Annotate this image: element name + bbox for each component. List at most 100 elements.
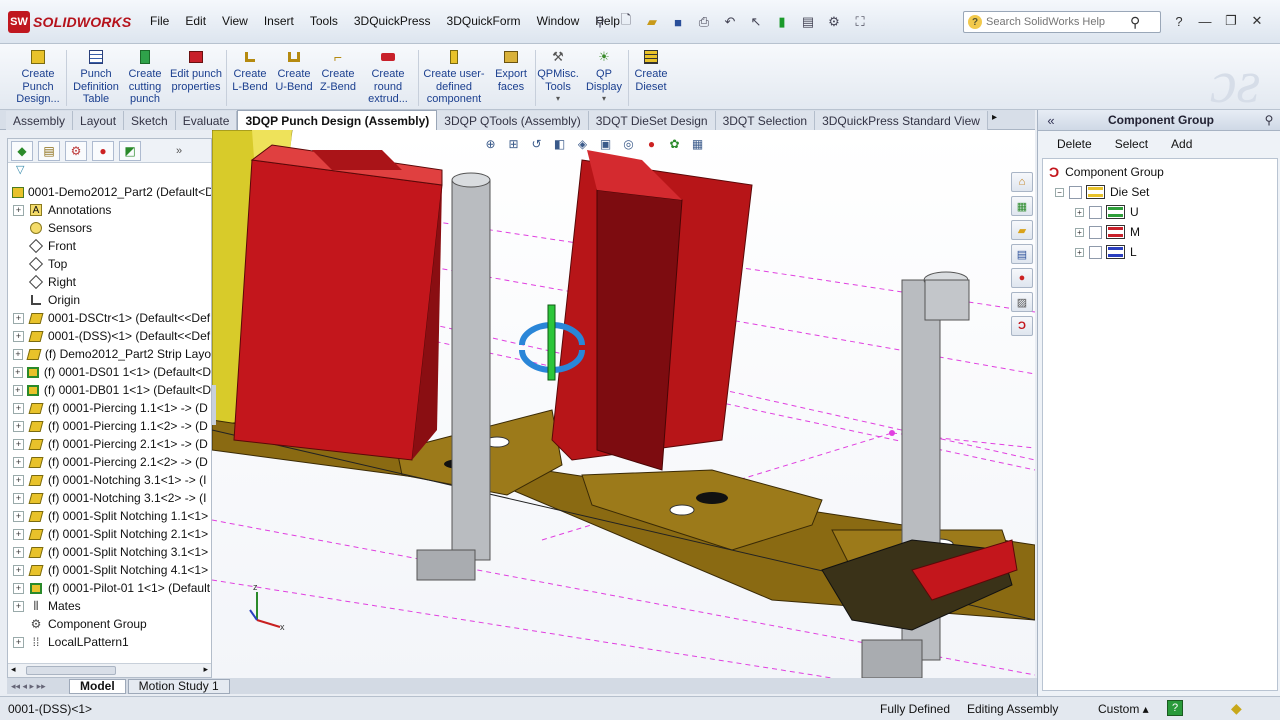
create-punch-design-button[interactable]: Create Punch Design... <box>14 48 62 106</box>
create-u-bend-button[interactable]: Create U-Bend <box>273 48 315 93</box>
expand-node-icon[interactable]: + <box>13 546 24 558</box>
apply-scene-icon[interactable]: ✿ <box>666 136 683 152</box>
create-z-bend-button[interactable]: ⌐ Create Z-Bend <box>317 48 359 93</box>
tab-motion-study-1[interactable]: Motion Study 1 <box>127 678 230 694</box>
tree-item[interactable]: + (f) 0001-Split Notching 2.1<1> <box>8 525 211 543</box>
tree-item[interactable]: +0001-DSCtr<1> (Default<<Def <box>8 309 211 327</box>
save-icon[interactable]: ■ <box>668 12 688 32</box>
expand-node-icon[interactable]: + <box>13 330 24 342</box>
qpmisc-tools-button[interactable]: ⚒ QPMisc. Tools ▾ <box>537 48 579 106</box>
expand-node-icon[interactable]: + <box>1075 247 1084 257</box>
menu-tools[interactable]: Tools <box>302 14 346 28</box>
scroll-thumb[interactable] <box>26 666 116 675</box>
design-library-icon[interactable]: ▦ <box>1011 196 1033 216</box>
cg-dieset-node[interactable]: − Die Set <box>1055 182 1149 202</box>
minimize-icon[interactable]: — <box>1194 12 1216 30</box>
create-cutting-punch-button[interactable]: Create cutting punch <box>123 48 167 106</box>
tree-item[interactable]: Sensors <box>8 219 211 237</box>
tree-root[interactable]: 0001-Demo2012_Part2 (Default<D <box>8 183 211 201</box>
pin-icon[interactable]: ⚲ <box>1258 113 1280 127</box>
restore-icon[interactable]: ❐ <box>1220 12 1242 30</box>
tree-item[interactable]: Right <box>8 273 211 291</box>
delete-button[interactable]: Delete <box>1057 137 1092 151</box>
tree-item[interactable]: + (f) 0001-DB01 1<1> (Default<D <box>8 381 211 399</box>
cg-child-l[interactable]: + L <box>1075 242 1137 262</box>
dimxpert-icon[interactable]: ◩ <box>119 140 141 161</box>
tree-item[interactable]: + (f) 0001-Split Notching 3.1<1> <box>8 543 211 561</box>
expand-node-icon[interactable]: + <box>13 384 23 396</box>
3dquickpress-icon[interactable]: Ɔ <box>1011 316 1033 336</box>
help-search-box[interactable]: ? ⚲ <box>963 11 1161 33</box>
guide-pillar-left[interactable] <box>451 179 491 561</box>
dieset-checkbox[interactable] <box>1069 185 1082 199</box>
assembly-tools-icon[interactable]: ⛶ <box>850 12 870 32</box>
edit-punch-properties-button[interactable]: Edit punch properties <box>170 48 222 93</box>
app-logo[interactable]: SW SOLIDWORKS <box>8 10 131 34</box>
tab-model[interactable]: Model <box>69 678 126 694</box>
expand-node-icon[interactable]: + <box>13 420 24 432</box>
menu-3dquickpress[interactable]: 3DQuickPress <box>346 14 439 28</box>
expand-node-icon[interactable]: + <box>13 600 24 612</box>
pin-icon[interactable]: ⚲ <box>590 12 610 32</box>
tab-navigation-arrows[interactable]: ◂◂ ◂ ▸ ▸▸ <box>7 681 69 692</box>
export-faces-button[interactable]: Export faces <box>490 48 532 93</box>
expand-node-icon[interactable]: + <box>13 582 24 594</box>
property-manager-icon[interactable]: ▤ <box>38 140 60 161</box>
tree-item[interactable]: + (f) 0001-DS01 1<1> (Default<D <box>8 363 211 381</box>
filter-icon[interactable]: ▽ <box>8 163 211 179</box>
tab-3dqt-selection[interactable]: 3DQT Selection <box>715 111 816 130</box>
cg-child-u[interactable]: + U <box>1075 202 1139 222</box>
dropdown-arrow-icon[interactable]: ▾ <box>556 93 560 106</box>
appearances-icon[interactable]: ● <box>1011 268 1033 288</box>
cg-root-node[interactable]: Ɔ Component Group <box>1049 162 1164 182</box>
menu-insert[interactable]: Insert <box>256 14 302 28</box>
expand-node-icon[interactable]: + <box>13 564 24 576</box>
panel-splitter[interactable] <box>212 385 216 425</box>
expand-node-icon[interactable]: + <box>13 528 24 540</box>
tab-3dquickpress-standard-view[interactable]: 3DQuickPress Standard View <box>815 111 988 130</box>
expand-node-icon[interactable]: + <box>13 312 24 324</box>
punch-definition-table-button[interactable]: Punch Definition Table <box>70 48 122 106</box>
view-palette-icon[interactable]: ▤ <box>1011 244 1033 264</box>
appearance-manager-icon[interactable]: ● <box>92 140 114 161</box>
scroll-right-icon[interactable]: ▸ <box>203 664 208 675</box>
tree-item[interactable]: + ⁞⁞ LocalLPattern1 <box>8 633 211 651</box>
qp-display-button[interactable]: ☀ QP Display ▾ <box>583 48 625 106</box>
menu-view[interactable]: View <box>214 14 256 28</box>
display-style-icon[interactable]: ▣ <box>597 136 614 152</box>
expand-node-icon[interactable]: + <box>13 204 24 216</box>
create-user-defined-component-button[interactable]: Create user-defined component <box>421 48 487 106</box>
view-orientation-icon[interactable]: ◈ <box>574 136 591 152</box>
open-folder-icon[interactable]: ▰ <box>642 12 662 32</box>
tree-item[interactable]: + (f) 0001-Piercing 2.1<1> -> (D <box>8 435 211 453</box>
expand-node-icon[interactable]: + <box>13 474 24 486</box>
section-view-icon[interactable]: ◧ <box>551 136 568 152</box>
child-checkbox[interactable] <box>1089 205 1102 219</box>
home-icon[interactable]: ⌂ <box>1011 172 1033 192</box>
tag-icon[interactable]: ◆ <box>1231 700 1242 717</box>
tree-item[interactable]: Origin <box>8 291 211 309</box>
collapse-panel-icon[interactable]: « <box>1038 113 1064 128</box>
menu-3dquickform[interactable]: 3DQuickForm <box>439 14 529 28</box>
quick-tips-icon[interactable]: ? <box>1167 700 1183 716</box>
expand-node-icon[interactable]: + <box>13 366 23 378</box>
3d-model-view[interactable]: z x <box>212 130 1035 678</box>
tab-sketch[interactable]: Sketch <box>124 111 176 130</box>
rebuild-icon[interactable]: ▮ <box>772 12 792 32</box>
tab-3dqp-punch-design[interactable]: 3DQP Punch Design (Assembly) <box>237 110 438 130</box>
options-icon[interactable]: ⚙ <box>824 12 844 32</box>
expand-node-icon[interactable]: + <box>1075 207 1084 217</box>
edit-appearance-icon[interactable]: ● <box>643 136 660 152</box>
menu-file[interactable]: File <box>142 14 177 28</box>
scroll-left-icon[interactable]: ◂ <box>11 664 16 675</box>
expand-panel-icon[interactable]: » <box>176 145 182 157</box>
zoom-to-fit-icon[interactable]: ⊕ <box>482 136 499 152</box>
tree-item[interactable]: + ⫴ Mates <box>8 597 211 615</box>
tree-item[interactable]: + (f) 0001-Piercing 1.1<1> -> (D <box>8 399 211 417</box>
sketch-point[interactable] <box>889 430 895 436</box>
expand-node-icon[interactable]: + <box>13 438 24 450</box>
tab-evaluate[interactable]: Evaluate <box>175 111 238 130</box>
create-l-bend-button[interactable]: Create L-Bend <box>230 48 270 93</box>
view-settings-icon[interactable]: ▦ <box>689 136 706 152</box>
tree-item[interactable]: + A Annotations <box>8 201 211 219</box>
